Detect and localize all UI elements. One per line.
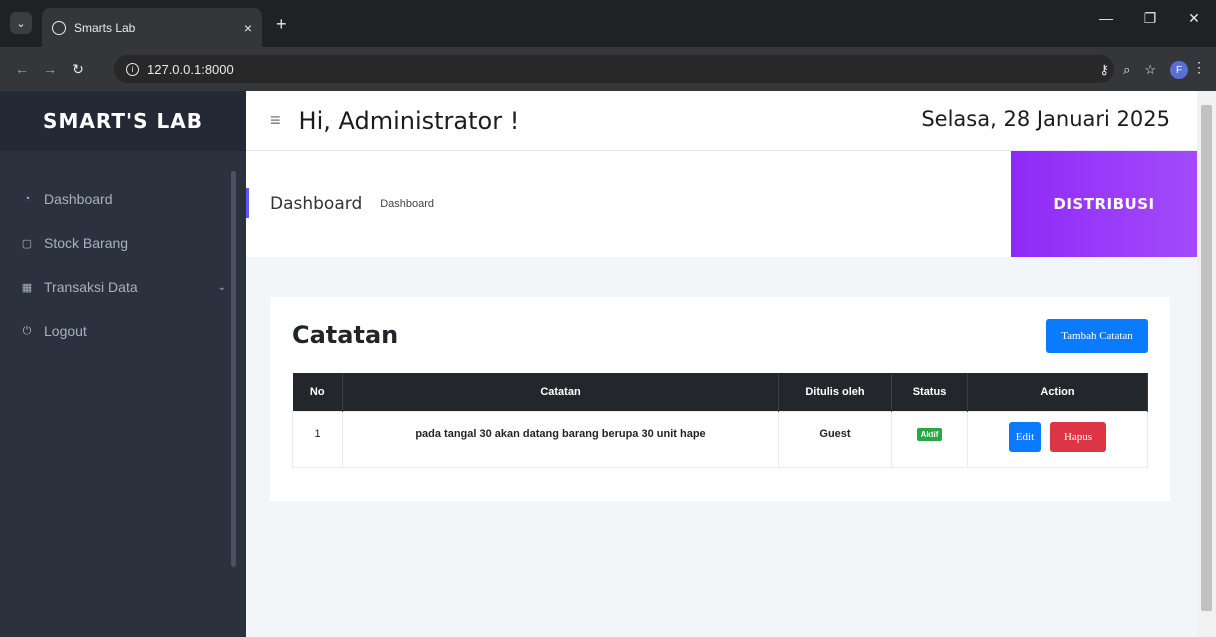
topbar: ≡ Hi, Administrator ! Selasa, 28 Januari… bbox=[246, 91, 1197, 151]
sidebar-item-transaksi-data[interactable]: ▦ Transaksi Data ⌄ bbox=[0, 265, 246, 309]
page-header: Dashboard Dashboard DISTRIBUSI bbox=[246, 151, 1197, 257]
page-title: Dashboard bbox=[270, 194, 363, 214]
cell-catatan: pada tangal 30 akan datang barang berupa… bbox=[342, 410, 779, 468]
sidebar-item-logout[interactable]: ⏻ Logout bbox=[0, 309, 246, 353]
close-window-icon[interactable]: ✕ bbox=[1172, 10, 1216, 27]
brand-logo[interactable]: SMART'S LAB bbox=[0, 91, 246, 151]
cell-no: 1 bbox=[292, 410, 343, 468]
logout-icon: ⏻ bbox=[22, 324, 32, 337]
sidebar-item-dashboard[interactable]: ◔ Dashboard bbox=[0, 177, 246, 221]
bookmark-star-icon[interactable]: ☆ bbox=[1144, 62, 1156, 78]
table-icon: ▦ bbox=[21, 281, 33, 294]
catatan-card: Catatan Tambah Catatan No Catatan Dituli… bbox=[270, 297, 1170, 501]
minimize-icon[interactable]: — bbox=[1084, 10, 1128, 27]
sidebar-item-stock-barang[interactable]: ▢ Stock Barang bbox=[0, 221, 246, 265]
url-text: 127.0.0.1:8000 bbox=[147, 61, 234, 77]
sidebar-item-label: Transaksi Data bbox=[44, 279, 138, 295]
browser-menu-icon[interactable]: ⋮ bbox=[1192, 59, 1206, 76]
add-note-button[interactable]: Tambah Catatan bbox=[1046, 319, 1148, 353]
app-root: SMART'S LAB ◔ Dashboard ▢ Stock Barang ▦… bbox=[0, 91, 1216, 637]
column-header-catatan: Catatan bbox=[342, 373, 779, 411]
chevron-down-icon: ⌄ bbox=[217, 281, 226, 293]
cell-author: Guest bbox=[778, 410, 892, 468]
current-date: Selasa, 28 Januari 2025 bbox=[921, 107, 1170, 131]
column-header-no: No bbox=[292, 373, 343, 411]
window-controls: — ❐ ✕ bbox=[1084, 10, 1216, 27]
notes-table: No Catatan Ditulis oleh Status Action 1 … bbox=[292, 373, 1148, 468]
password-key-icon[interactable]: ⚷ bbox=[1100, 62, 1110, 78]
back-icon[interactable]: ← bbox=[8, 61, 36, 77]
main-content: ≡ Hi, Administrator ! Selasa, 28 Januari… bbox=[246, 91, 1197, 637]
column-header-status: Status bbox=[891, 373, 968, 411]
dashboard-icon: ◔ bbox=[23, 193, 31, 205]
table-header-row: No Catatan Ditulis oleh Status Action bbox=[292, 373, 1148, 411]
breadcrumb[interactable]: Dashboard bbox=[380, 198, 434, 210]
column-header-author: Ditulis oleh bbox=[778, 373, 892, 411]
globe-icon bbox=[52, 20, 66, 35]
page-scrollbar[interactable] bbox=[1197, 91, 1216, 637]
new-tab-button[interactable]: + bbox=[276, 14, 287, 35]
forward-icon[interactable]: → bbox=[36, 61, 64, 77]
address-bar: ← → ↻ i 127.0.0.1:8000 ⚷ ⌕ ☆ F ⋮ bbox=[0, 47, 1216, 91]
cell-action: Edit Hapus bbox=[967, 410, 1148, 468]
tab-close-icon[interactable]: × bbox=[244, 20, 252, 36]
distribusi-banner: DISTRIBUSI bbox=[1011, 151, 1197, 257]
status-badge: Aktif bbox=[916, 427, 943, 441]
column-header-action: Action bbox=[967, 373, 1148, 411]
restore-icon[interactable]: ❐ bbox=[1128, 10, 1172, 27]
reload-icon[interactable]: ↻ bbox=[64, 61, 92, 78]
tab-search-icon[interactable]: ⌄ bbox=[10, 12, 32, 34]
header-accent-bar bbox=[246, 188, 249, 218]
cell-status: Aktif bbox=[891, 410, 968, 468]
card-title: Catatan bbox=[292, 321, 399, 349]
greeting-text: Hi, Administrator ! bbox=[298, 106, 520, 135]
box-icon: ▢ bbox=[21, 237, 33, 250]
sidebar-menu: ◔ Dashboard ▢ Stock Barang ▦ Transaksi D… bbox=[0, 151, 246, 353]
edit-button[interactable]: Edit bbox=[1008, 421, 1041, 452]
tab-title: Smarts Lab bbox=[74, 20, 136, 35]
sidebar-item-label: Dashboard bbox=[44, 191, 113, 207]
sidebar-scrollbar[interactable] bbox=[231, 171, 236, 567]
table-row: 1 pada tangal 30 akan datang barang beru… bbox=[292, 410, 1148, 468]
sidebar-item-label: Logout bbox=[44, 323, 87, 339]
zoom-icon[interactable]: ⌕ bbox=[1123, 62, 1130, 78]
profile-avatar[interactable]: F bbox=[1170, 61, 1188, 79]
browser-tabbar: ⌄ Smarts Lab × + — ❐ ✕ bbox=[0, 0, 1216, 47]
sidebar: SMART'S LAB ◔ Dashboard ▢ Stock Barang ▦… bbox=[0, 91, 246, 637]
omnibox-actions: ⚷ ⌕ ☆ F bbox=[1100, 61, 1188, 79]
url-input[interactable]: i 127.0.0.1:8000 bbox=[114, 55, 1114, 83]
sidebar-item-label: Stock Barang bbox=[44, 235, 129, 251]
browser-tab[interactable]: Smarts Lab × bbox=[42, 8, 262, 47]
page-scrollbar-thumb[interactable] bbox=[1201, 105, 1212, 611]
site-info-icon[interactable]: i bbox=[126, 62, 139, 76]
delete-button[interactable]: Hapus bbox=[1050, 421, 1107, 452]
hamburger-menu-icon[interactable]: ≡ bbox=[270, 110, 281, 131]
